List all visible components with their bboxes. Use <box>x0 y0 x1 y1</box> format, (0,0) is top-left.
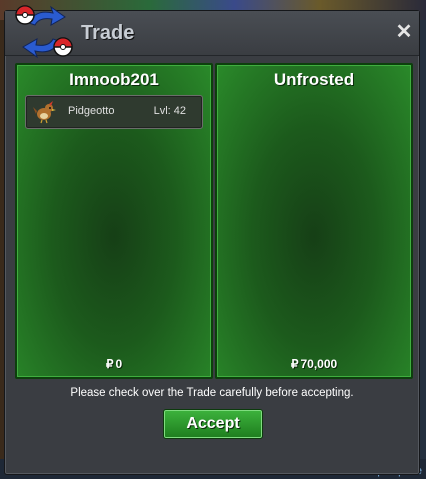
money-offer-self: ₽0 <box>17 357 211 371</box>
close-icon[interactable]: ✕ <box>395 22 413 42</box>
money-amount-partner: 70,000 <box>300 357 338 371</box>
item-pokemon-level: Lvl: 42 <box>153 105 186 117</box>
money-amount-self: 0 <box>115 357 123 371</box>
title-bar[interactable]: Trade ✕ <box>5 5 419 59</box>
trade-panel-partner: Unfrosted ₽70,000 <box>215 63 413 379</box>
pokedollar-icon: ₽ <box>105 357 114 371</box>
item-pokemon-name: Pidgeotto <box>68 105 115 117</box>
window-title: Trade <box>81 22 135 44</box>
player-name-self: Imnoob201 <box>69 70 159 89</box>
pidgeotto-sprite-icon <box>33 101 56 124</box>
trade-arrows-pokeball-icon <box>15 5 73 59</box>
trade-window: Trade ✕ Imnoob201 Pidgeotto Lvl: 42 ₽0 U… <box>4 5 420 475</box>
trade-panel-self: Imnoob201 Pidgeotto Lvl: 42 ₽0 <box>15 63 213 379</box>
player-name-partner: Unfrosted <box>273 70 355 89</box>
accept-button[interactable]: Accept <box>163 409 263 439</box>
pokedollar-icon: ₽ <box>290 357 299 371</box>
trade-item-slot[interactable]: Pidgeotto Lvl: 42 <box>25 95 203 129</box>
trade-notice: Please check over the Trade carefully be… <box>70 387 354 399</box>
money-offer-partner: ₽70,000 <box>217 357 411 371</box>
